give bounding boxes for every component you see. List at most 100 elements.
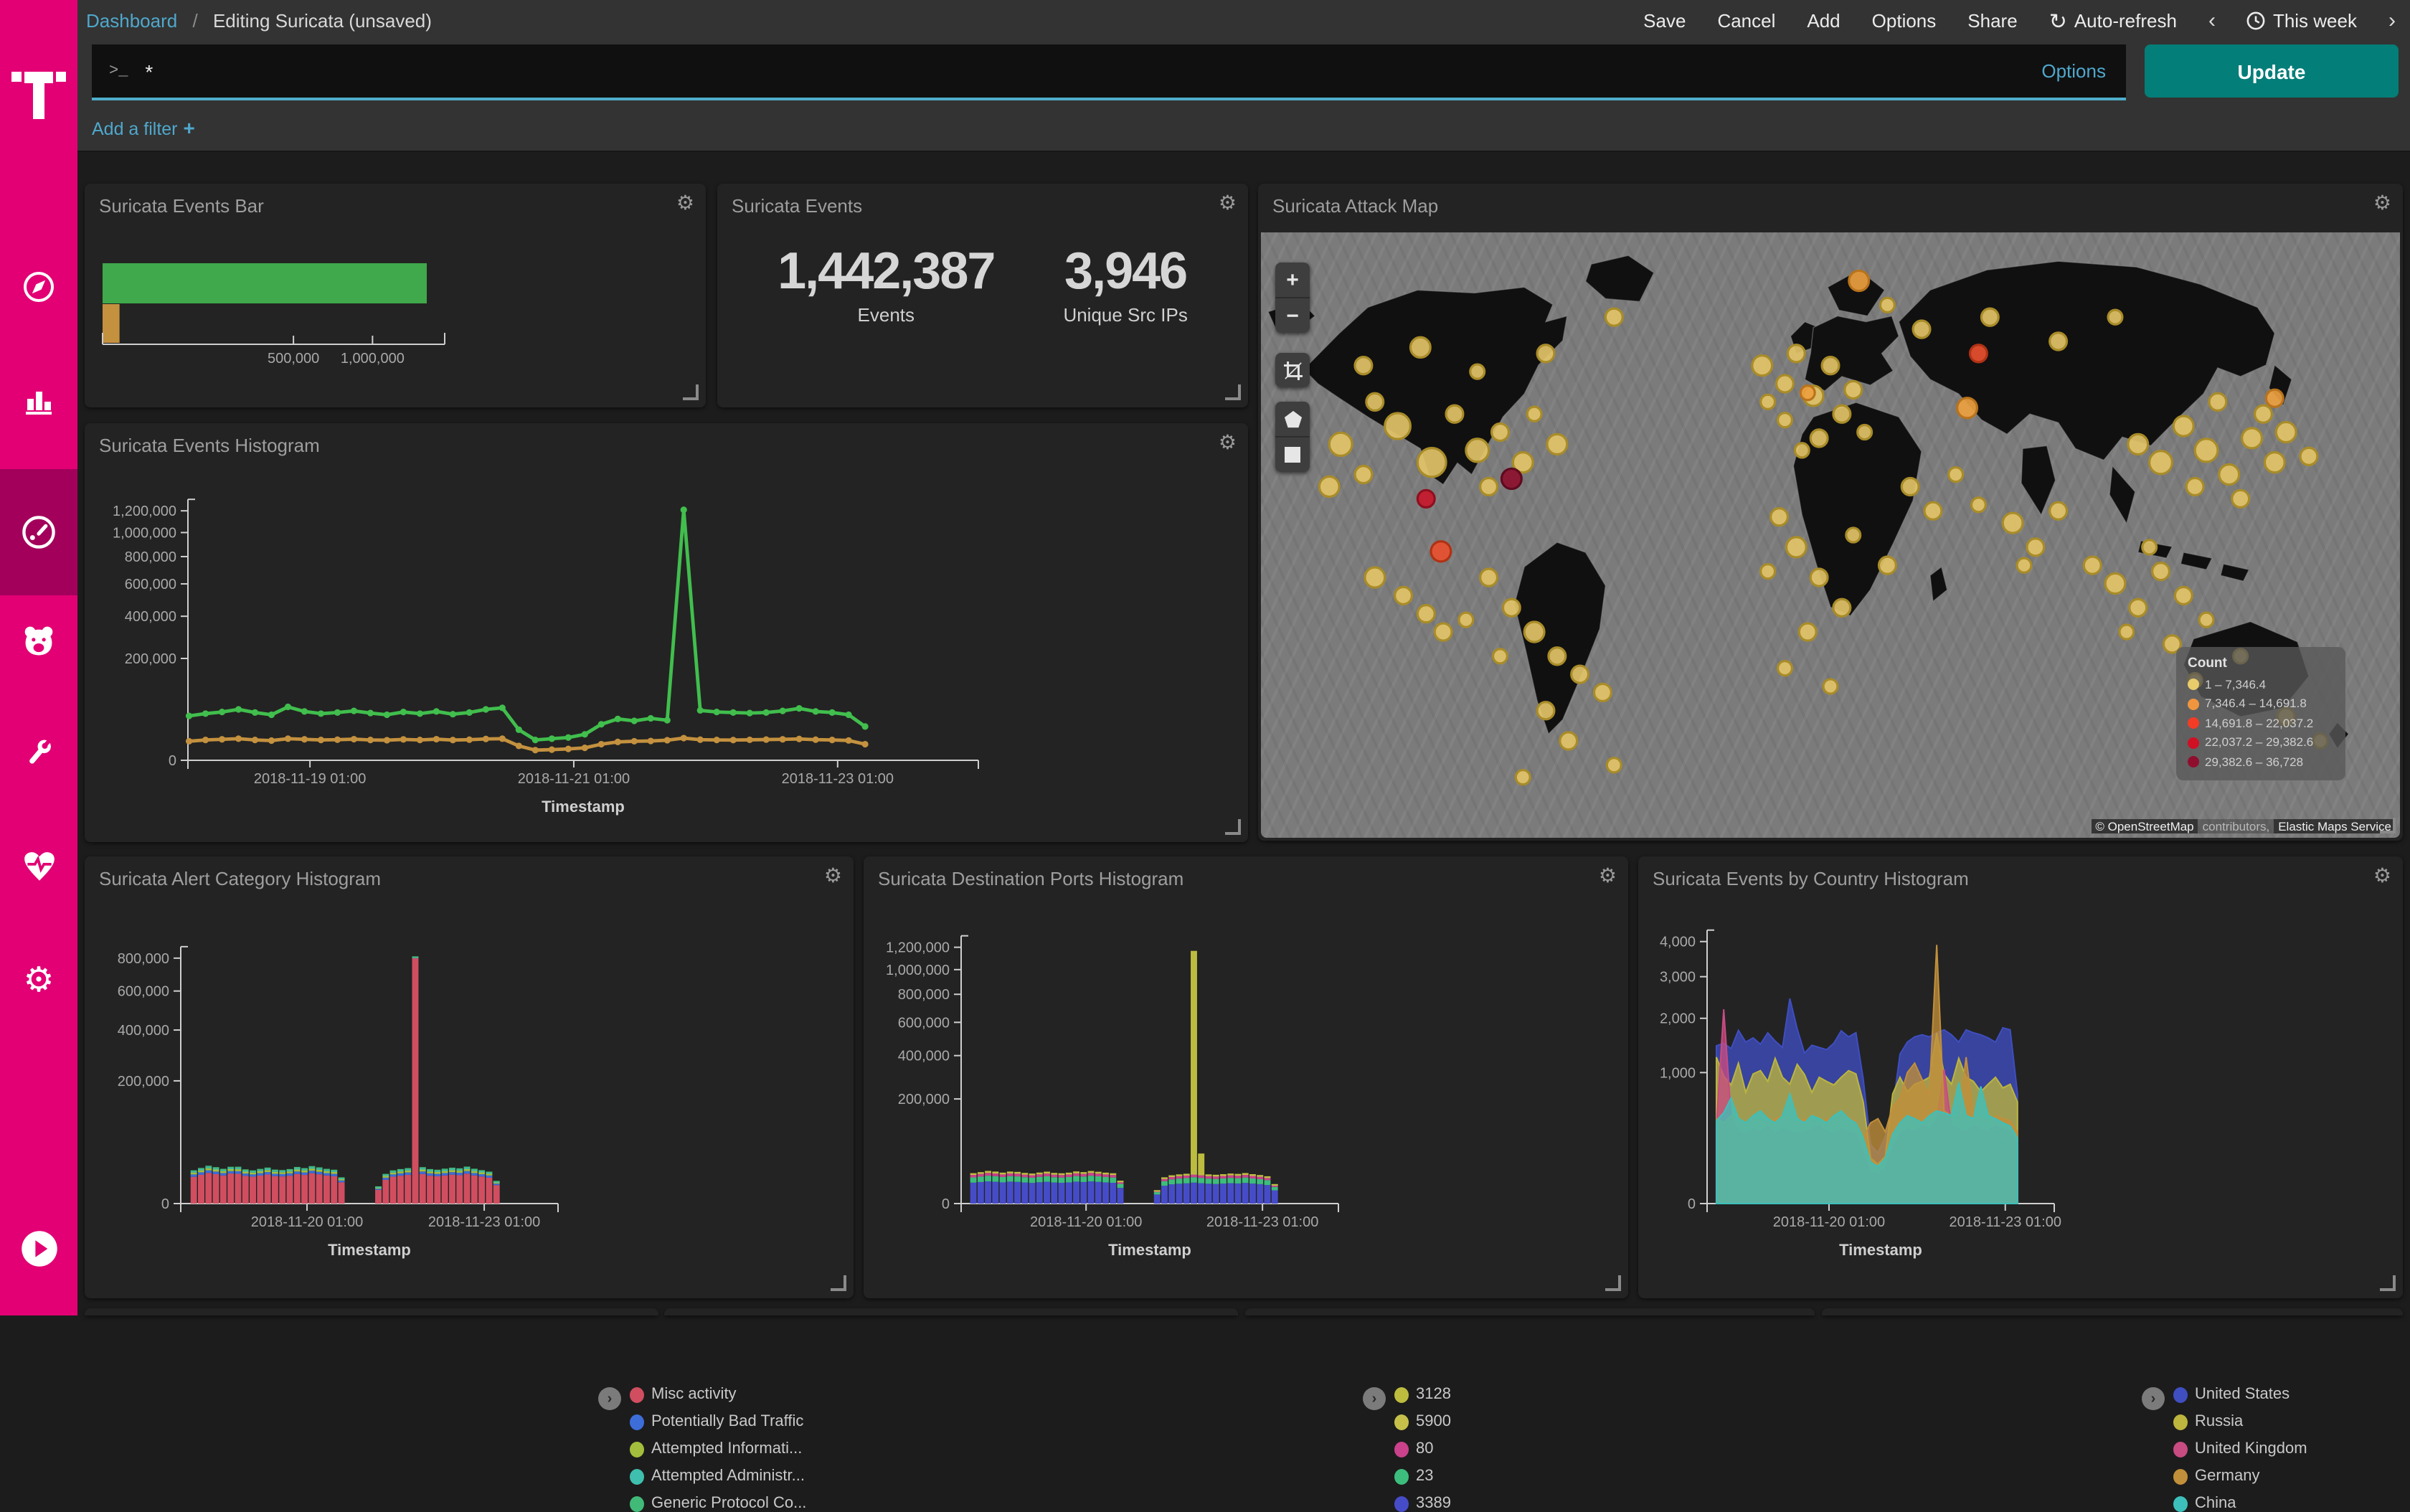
- legend-expand-button[interactable]: ›: [2142, 1387, 2165, 1410]
- sidebar-item-dev-tools[interactable]: [0, 724, 77, 782]
- panel-resize-handle[interactable]: [831, 1275, 846, 1291]
- panel-resize-handle[interactable]: [2380, 818, 2396, 833]
- attribution-openstreetmap[interactable]: © OpenStreetMap: [2091, 819, 2198, 833]
- legend-label: Germany: [2195, 1468, 2260, 1485]
- legend-label: 23: [1416, 1468, 1434, 1485]
- t-logo[interactable]: [0, 53, 77, 136]
- legend-item[interactable]: United States: [2173, 1386, 2290, 1403]
- legend-item[interactable]: 3389: [1394, 1495, 1451, 1512]
- legend-item[interactable]: 80: [1394, 1440, 1434, 1457]
- sidebar-item-visualize[interactable]: [0, 380, 77, 420]
- alert-category-chart[interactable]: 0200,000400,000600,000800,0002018-11-20 …: [85, 856, 854, 1298]
- breadcrumb-dashboard-link[interactable]: Dashboard: [86, 10, 177, 32]
- sidebar-item-monitoring[interactable]: [0, 838, 77, 895]
- panel-resize-handle[interactable]: [2380, 1275, 2396, 1291]
- legend-item[interactable]: Russia: [2173, 1413, 2243, 1430]
- search-input[interactable]: >_ * Options: [92, 44, 2126, 100]
- menu-options-button[interactable]: Options: [1872, 10, 1937, 32]
- attack-map[interactable]: + −: [1261, 232, 2400, 838]
- sidebar-item-dashboard[interactable]: [0, 469, 77, 595]
- zoom-out-button[interactable]: −: [1275, 297, 1310, 333]
- legend-expand-button[interactable]: ›: [1363, 1387, 1386, 1410]
- svg-text:600,000: 600,000: [118, 984, 169, 1000]
- sidebar-item-bear[interactable]: [0, 613, 77, 670]
- svg-text:200,000: 200,000: [125, 651, 176, 667]
- menu-save-button[interactable]: Save: [1643, 10, 1686, 32]
- breadcrumb-separator: /: [192, 10, 197, 32]
- legend-item[interactable]: Attempted Administr...: [630, 1468, 805, 1485]
- query-value[interactable]: *: [145, 60, 2041, 82]
- panel-resize-handle[interactable]: [1605, 1275, 1621, 1291]
- panel-resize-handle[interactable]: [1225, 819, 1241, 835]
- menu-add-button[interactable]: Add: [1807, 10, 1840, 32]
- legend-item[interactable]: 23: [1394, 1468, 1434, 1485]
- svg-text:0: 0: [169, 753, 176, 769]
- legend-label: Attempted Administr...: [651, 1468, 805, 1485]
- draw-polygon-button[interactable]: [1275, 402, 1310, 436]
- zoom-in-button[interactable]: +: [1275, 263, 1310, 297]
- svg-text:600,000: 600,000: [898, 1015, 950, 1031]
- attribution-elastic-maps[interactable]: Elastic Maps Service: [2274, 819, 2396, 833]
- legend-item[interactable]: 5900: [1394, 1413, 1451, 1430]
- fit-to-data-button[interactable]: [1275, 353, 1310, 387]
- panel-gear-icon[interactable]: ⚙: [1599, 864, 1617, 888]
- time-next-chevron[interactable]: ›: [2388, 9, 2396, 33]
- svg-text:1,000,000: 1,000,000: [886, 963, 950, 978]
- visualize-bar-chart-icon: [22, 383, 56, 417]
- events-histogram-chart[interactable]: 0200,000400,000600,000800,0001,000,0001,…: [85, 423, 1248, 842]
- menu-cancel-button[interactable]: Cancel: [1717, 10, 1775, 32]
- legend-item[interactable]: Generic Protocol Co...: [630, 1495, 806, 1512]
- destination-ports-chart[interactable]: 0200,000400,000600,000800,0001,000,0001,…: [864, 856, 1628, 1298]
- query-options-link[interactable]: Options: [2041, 60, 2106, 82]
- menu-auto-refresh-button[interactable]: ↻Auto-refresh: [2049, 8, 2177, 34]
- events-by-country-chart[interactable]: 01,0002,0003,0004,0002018-11-20 01:00201…: [1638, 856, 2403, 1298]
- panel-suricata-attack-map: Suricata Attack Map ⚙: [1258, 184, 2403, 841]
- svg-text:2018-11-20 01:00: 2018-11-20 01:00: [1030, 1214, 1142, 1230]
- time-range-picker[interactable]: This week: [2247, 10, 2357, 32]
- panel-gear-icon[interactable]: ⚙: [2373, 864, 2391, 888]
- panel-title: Suricata Events Bar: [99, 195, 264, 217]
- legend-color-dot: [1394, 1386, 1409, 1402]
- legend-color-dot: [630, 1441, 644, 1457]
- events-bar-chart[interactable]: 500,0001,000,000: [85, 184, 706, 407]
- legend-item[interactable]: Potentially Bad Traffic: [630, 1413, 803, 1430]
- update-button[interactable]: Update: [2145, 44, 2399, 98]
- panel-gear-icon[interactable]: ⚙: [2373, 191, 2391, 215]
- legend-item[interactable]: Germany: [2173, 1468, 2260, 1485]
- sidebar-item-management[interactable]: ⚙: [0, 950, 77, 1013]
- sidebar-item-discover[interactable]: [0, 267, 77, 307]
- square-icon: [1284, 446, 1301, 463]
- panel-resize-handle[interactable]: [683, 384, 699, 400]
- panel-sliver: [664, 1308, 1238, 1315]
- map-legend-dot: [2188, 699, 2199, 710]
- query-prompt-icon: >_: [109, 62, 128, 80]
- legend-item[interactable]: Misc activity: [630, 1386, 737, 1403]
- panel-gear-icon[interactable]: ⚙: [1219, 430, 1237, 455]
- legend-item[interactable]: United Kingdom: [2173, 1440, 2307, 1457]
- legend-item[interactable]: China: [2173, 1495, 2236, 1512]
- svg-text:2018-11-23 01:00: 2018-11-23 01:00: [1206, 1214, 1318, 1230]
- panel-resize-handle[interactable]: [1225, 384, 1241, 400]
- legend-label: Generic Protocol Co...: [651, 1495, 806, 1512]
- legend-item[interactable]: Attempted Informati...: [630, 1440, 802, 1457]
- legend-color-dot: [2173, 1386, 2188, 1402]
- legend-color-dot: [630, 1414, 644, 1430]
- breadcrumb: Dashboard / Editing Suricata (unsaved): [86, 10, 432, 32]
- svg-text:800,000: 800,000: [898, 987, 950, 1003]
- add-filter-link[interactable]: Add a filter+: [92, 115, 195, 138]
- panel-gear-icon[interactable]: ⚙: [1219, 191, 1237, 215]
- menu-share-button[interactable]: Share: [1967, 10, 2017, 32]
- panel-title: Suricata Events Histogram: [99, 435, 320, 456]
- legend-expand-button[interactable]: ›: [598, 1387, 621, 1410]
- panel-gear-icon[interactable]: ⚙: [824, 864, 842, 888]
- legend-color-dot: [1394, 1468, 1409, 1484]
- legend-item[interactable]: 3128: [1394, 1386, 1451, 1403]
- svg-text:1,000,000: 1,000,000: [113, 525, 176, 541]
- panel-gear-icon[interactable]: ⚙: [676, 191, 694, 215]
- time-prev-chevron[interactable]: ‹: [2208, 9, 2216, 33]
- draw-rectangle-button[interactable]: [1275, 436, 1310, 472]
- panel-title: Suricata Events by Country Histogram: [1653, 868, 1969, 889]
- sidebar-collapse-toggle[interactable]: [0, 1212, 77, 1284]
- metric-unique-src-ips: 3,946 Unique Src IPs: [1063, 241, 1187, 326]
- map-fit-control: [1275, 353, 1310, 387]
